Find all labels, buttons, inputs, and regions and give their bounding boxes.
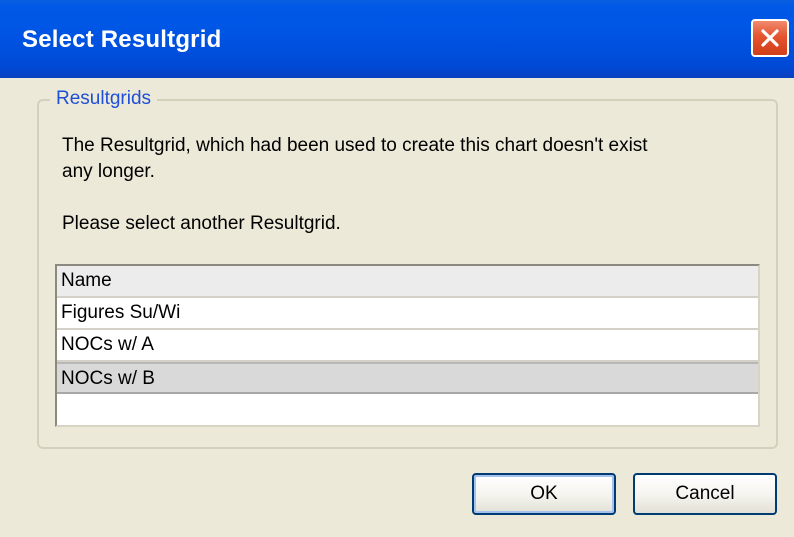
resultgrid-list[interactable]: Name Figures Su/Wi NOCs w/ A NOCs w/ B: [55, 264, 760, 427]
ok-button[interactable]: OK: [472, 473, 616, 515]
window-title: Select Resultgrid: [22, 26, 222, 53]
groupbox-legend: Resultgrids: [50, 88, 158, 110]
close-icon: [761, 29, 779, 47]
dialog-window: Select Resultgrid Resultgrids The Result…: [0, 0, 794, 537]
list-header-name[interactable]: Name: [57, 266, 758, 298]
list-item-label: Figures Su/Wi: [61, 302, 181, 323]
list-item-selected[interactable]: NOCs w/ B: [57, 362, 758, 394]
message-line-3: Please select another Resultgrid.: [62, 213, 341, 234]
list-item-label: NOCs w/ B: [61, 368, 155, 389]
column-header-label: Name: [61, 270, 112, 291]
title-bar[interactable]: Select Resultgrid: [0, 0, 794, 78]
list-item-label: NOCs w/ A: [61, 334, 154, 355]
list-item[interactable]: Figures Su/Wi: [57, 298, 758, 330]
cancel-button[interactable]: Cancel: [633, 473, 777, 515]
message-line-1: The Resultgrid, which had been used to c…: [62, 135, 648, 156]
list-item[interactable]: NOCs w/ A: [57, 330, 758, 362]
message-line-2: any longer.: [62, 161, 155, 182]
close-button[interactable]: [751, 19, 789, 57]
